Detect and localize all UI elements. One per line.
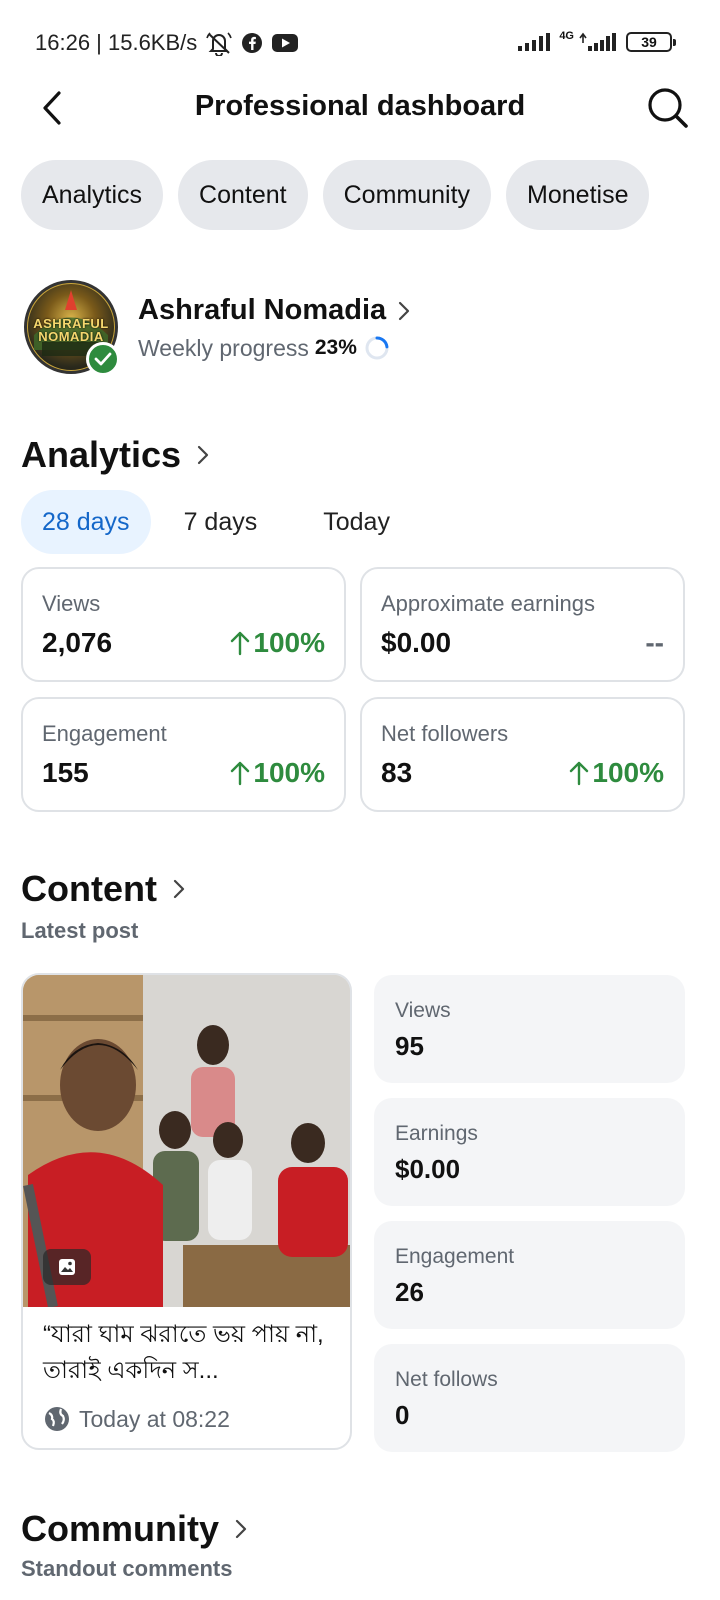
stat-card-engagement[interactable]: Engagement 155 100% bbox=[21, 697, 346, 812]
stat-label: Net followers bbox=[381, 721, 509, 746]
stat-value: 2,076 bbox=[42, 627, 113, 658]
globe-icon bbox=[45, 1407, 69, 1431]
post-stat-value: $0.00 bbox=[395, 1154, 461, 1184]
post-stats: Views 95 Earnings $0.00 Engagement 26 Ne… bbox=[374, 975, 685, 1452]
battery-indicator: 39 bbox=[626, 32, 676, 52]
network-type: 4G bbox=[559, 30, 574, 42]
youtube-icon bbox=[271, 33, 299, 53]
post-caption: “যারা ঘাম ঝরাতে ভয় পায় না, তারাই একদিন… bbox=[43, 1321, 324, 1384]
arrow-up-icon bbox=[570, 761, 589, 786]
content-subtitle: Latest post bbox=[21, 918, 139, 943]
post-stat-label: Earnings bbox=[395, 1122, 478, 1145]
stat-change: -- bbox=[645, 627, 664, 659]
chevron-right-icon bbox=[399, 301, 410, 320]
profile-name-link[interactable]: Ashraful Nomadia bbox=[138, 294, 410, 327]
chip-analytics[interactable]: Analytics bbox=[21, 160, 164, 230]
weekly-progress-label: Weekly progress bbox=[138, 334, 309, 361]
community-section-link[interactable]: Community bbox=[21, 1508, 247, 1550]
chevron-right-icon bbox=[173, 879, 185, 899]
stat-change-value: 100% bbox=[592, 757, 664, 788]
profile-name: Ashraful Nomadia bbox=[138, 294, 387, 326]
range-tab-today[interactable]: Today bbox=[302, 490, 411, 554]
bell-off-icon bbox=[205, 30, 233, 56]
stat-change: 100% bbox=[229, 757, 325, 789]
stat-change: 100% bbox=[229, 627, 325, 659]
section-chips: Analytics Content Community Monetise bbox=[21, 160, 650, 230]
post-stat-label: Net follows bbox=[395, 1368, 498, 1391]
content-section-link[interactable]: Content bbox=[21, 868, 185, 910]
stat-label: Engagement bbox=[42, 721, 167, 746]
stat-value: 155 bbox=[42, 757, 89, 788]
chip-monetise[interactable]: Monetise bbox=[506, 160, 650, 230]
stat-change-value: -- bbox=[645, 627, 664, 658]
community-title: Community bbox=[21, 1508, 219, 1549]
post-stat-earnings: Earnings $0.00 bbox=[374, 1098, 685, 1206]
arrow-up-icon bbox=[231, 761, 250, 786]
chip-content[interactable]: Content bbox=[178, 160, 308, 230]
arrow-up-icon bbox=[231, 631, 250, 656]
weekly-progress-value: 23% bbox=[314, 336, 357, 359]
signal-icon bbox=[517, 32, 551, 52]
community-subtitle: Standout comments bbox=[21, 1556, 233, 1581]
progress-ring-icon bbox=[365, 336, 389, 360]
post-stat-value: 95 bbox=[395, 1031, 424, 1061]
stat-change-value: 100% bbox=[253, 757, 325, 788]
page-title: Professional dashboard bbox=[194, 90, 526, 122]
post-stat-net-follows: Net follows 0 bbox=[374, 1344, 685, 1452]
post-meta: Today at 08:22 bbox=[43, 1405, 230, 1433]
search-icon bbox=[648, 88, 688, 128]
stat-card-approximate-earnings[interactable]: Approximate earnings $0.00 -- bbox=[360, 567, 685, 682]
analytics-stat-grid: Views 2,076 100% Approximate earnings $0… bbox=[21, 567, 685, 812]
post-stat-label: Views bbox=[395, 999, 451, 1022]
chevron-right-icon bbox=[197, 445, 209, 465]
image-type-icon bbox=[43, 1249, 91, 1285]
chip-community[interactable]: Community bbox=[322, 160, 492, 230]
status-time-speed: 16:26 | 15.6KB/s bbox=[35, 30, 198, 55]
chevron-right-icon bbox=[235, 1519, 247, 1539]
latest-post-card[interactable]: “যারা ঘাম ঝরাতে ভয় পায় না, তারাই একদিন… bbox=[21, 973, 352, 1450]
app-header: Professional dashboard bbox=[0, 78, 720, 138]
stat-change-value: 100% bbox=[253, 627, 325, 658]
post-stat-value: 26 bbox=[395, 1277, 424, 1307]
stat-card-net-followers[interactable]: Net followers 83 100% bbox=[360, 697, 685, 812]
range-tab-28-days[interactable]: 28 days bbox=[21, 490, 151, 554]
weekly-progress: Weekly progress 23% bbox=[138, 334, 391, 362]
post-time: Today at 08:22 bbox=[79, 1405, 230, 1432]
stat-label: Views bbox=[42, 591, 101, 616]
date-range-tabs: 28 days 7 days Today bbox=[21, 490, 411, 554]
stat-value: $0.00 bbox=[381, 627, 452, 658]
content-title: Content bbox=[21, 868, 157, 909]
range-tab-7-days[interactable]: 7 days bbox=[163, 490, 279, 554]
profile-summary: ASHRAFUL NOMADIA Ashraful Nomadia Weekly… bbox=[24, 280, 704, 380]
post-stat-label: Engagement bbox=[395, 1245, 515, 1268]
avatar-logo-text: ASHRAFUL NOMADIA bbox=[33, 316, 109, 344]
facebook-icon bbox=[241, 32, 263, 54]
post-stat-views: Views 95 bbox=[374, 975, 685, 1083]
verified-check-icon bbox=[86, 342, 120, 376]
analytics-section-link[interactable]: Analytics bbox=[21, 434, 209, 476]
status-right: 4G 39 bbox=[517, 30, 676, 52]
signal-icon-secondary bbox=[578, 32, 618, 52]
status-bar: 16:26 | 15.6KB/s 4G 39 bbox=[0, 0, 720, 90]
post-stat-value: 0 bbox=[395, 1400, 410, 1430]
search-button[interactable] bbox=[644, 84, 692, 132]
post-stat-engagement: Engagement 26 bbox=[374, 1221, 685, 1329]
stat-value: 83 bbox=[381, 757, 413, 788]
stat-label: Approximate earnings bbox=[381, 591, 596, 616]
analytics-title: Analytics bbox=[21, 434, 182, 475]
stat-change: 100% bbox=[568, 757, 664, 789]
status-left: 16:26 | 15.6KB/s bbox=[35, 30, 299, 56]
stat-card-views[interactable]: Views 2,076 100% bbox=[21, 567, 346, 682]
